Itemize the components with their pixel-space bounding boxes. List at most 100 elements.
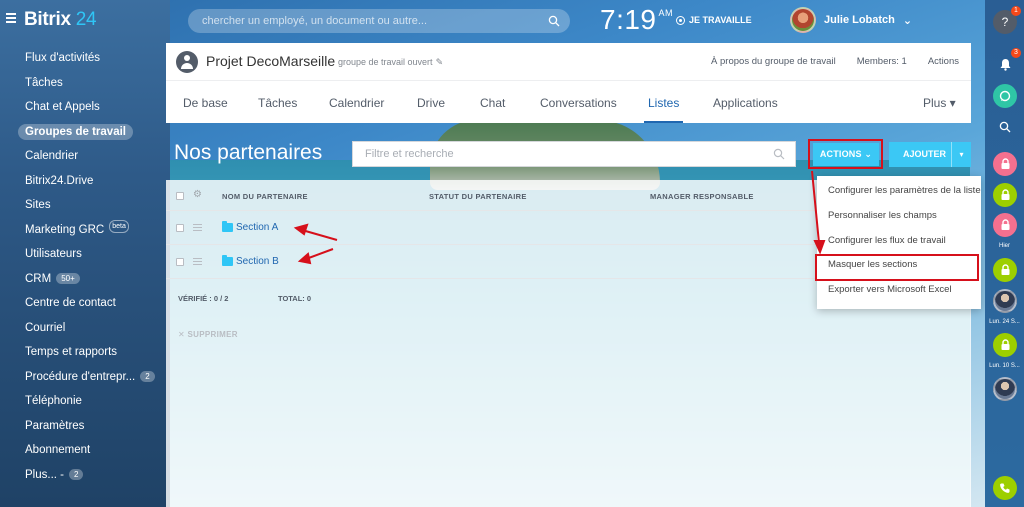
column-header-manager[interactable]: MANAGER RESPONSABLE [650,192,754,201]
contact-avatar[interactable] [993,289,1017,313]
group-tabs: De base Tâches Calendrier Drive Chat Con… [166,82,971,123]
menu-item-label: Procédure d'entrepr... [25,370,136,383]
menu-item-label: Utilisateurs [25,248,82,260]
chevron-down-icon: ⌄ [902,14,913,27]
folder-icon [222,255,233,266]
menu-item-customize-fields[interactable]: Personnaliser les champs [817,204,981,229]
menu-item-courriel[interactable]: Courriel [18,316,168,341]
tab-de-base[interactable]: De base [183,96,228,110]
search-placeholder: chercher un employé, un document ou autr… [202,15,428,27]
search-icon[interactable] [773,148,785,160]
phone-icon[interactable] [993,476,1017,500]
tab-listes[interactable]: Listes [643,96,684,123]
search-icon[interactable] [993,115,1017,139]
lock-icon[interactable] [993,213,1017,237]
tab-conversations[interactable]: Conversations [540,96,617,110]
project-actions-link[interactable]: Actions [928,56,959,67]
select-all-checkbox[interactable] [176,192,184,200]
menu-item-configure-list[interactable]: Configurer les paramètres de la liste [817,179,981,204]
column-header-name[interactable]: NOM DU PARTENAIRE [222,192,308,201]
tab-calendrier[interactable]: Calendrier [329,96,384,110]
add-button[interactable]: AJOUTER ▾ [889,142,971,167]
logo-text: Bitrix [24,9,71,30]
menu-item-temps[interactable]: Temps et rapports [18,340,168,365]
tab-drive[interactable]: Drive [417,96,445,110]
work-status-button[interactable]: JE TRAVAILLE [676,15,752,25]
menu-item-calendrier[interactable]: Calendrier [18,144,168,169]
menu-item-crm[interactable]: CRM 50+ [18,267,168,292]
lock-icon[interactable] [993,183,1017,207]
menu-item-abonnement[interactable]: Abonnement [18,438,168,463]
bell-icon[interactable]: 3 [993,48,1021,76]
work-status-label: JE TRAVAILLE [689,15,752,25]
user-menu[interactable]: Julie Lobatch ⌄ [790,7,912,33]
lock-icon[interactable] [993,152,1017,176]
menu-item-label: Chat et Appels [25,101,100,113]
tab-chat[interactable]: Chat [480,96,505,110]
row-checkbox[interactable] [176,224,184,232]
menu-item-configure-workflows[interactable]: Configurer les flux de travail [817,229,981,254]
tab-plus[interactable]: Plus ▾ [923,96,956,110]
menu-item-label: Paramètres [25,419,85,432]
chat-icon[interactable] [993,84,1017,108]
notifications-badge: 3 [1011,48,1021,58]
logo-number: 24 [75,9,97,30]
project-type: groupe de travail ouvert ✎ [338,57,443,68]
user-avatar[interactable] [790,7,816,33]
menu-item-procedure[interactable]: Procédure d'entrepr... 2 [18,365,168,390]
menu-item-label: Tâches [25,76,63,89]
members-link[interactable]: Members: 1 [857,56,907,67]
section-name[interactable]: Section A [236,222,278,233]
row-checkbox[interactable] [176,258,184,266]
total-count: TOTAL: 0 [278,294,312,303]
bitrix24-logo[interactable]: Bitrix 24 [24,9,97,31]
count-badge: 2 [140,370,155,382]
menu-item-label: Bitrix24.Drive [25,174,94,187]
hamburger-menu-icon[interactable] [6,13,16,23]
gear-icon[interactable]: ⚙ [193,189,202,200]
project-name[interactable]: Projet DecoMarseille [206,53,335,69]
menu-item-taches[interactable]: Tâches [18,71,168,96]
menu-item-sites[interactable]: Sites [18,193,168,218]
search-icon[interactable] [548,15,560,27]
menu-item-marketing[interactable]: Marketing GRC beta [18,218,168,243]
filter-search-input[interactable]: Filtre et recherche [352,141,796,167]
tab-taches[interactable]: Tâches [258,96,297,110]
menu-item-label: Sites [25,199,51,211]
lock-icon[interactable] [993,333,1017,357]
delete-button[interactable]: ✕ SUPPRIMER [178,330,238,339]
project-title-row: Projet DecoMarseille groupe de travail o… [166,43,971,81]
tab-applications[interactable]: Applications [713,96,778,110]
add-dropdown-arrow-icon[interactable]: ▾ [951,142,971,167]
pencil-icon[interactable]: ✎ [436,57,444,67]
menu-item-groupes[interactable]: Groupes de travail [18,120,168,145]
menu-item-export-excel[interactable]: Exporter vers Microsoft Excel [817,278,981,303]
drag-handle-icon[interactable] [193,258,202,266]
clock-ampm: AM [658,8,673,18]
column-header-status[interactable]: STATUT DU PARTENAIRE [429,192,527,201]
section-name[interactable]: Section B [236,256,279,267]
menu-item-flux[interactable]: Flux d'activités [18,46,168,71]
help-icon[interactable]: ? 1 [993,6,1021,34]
beta-badge: beta [109,219,129,233]
menu-item-telephonie[interactable]: Téléphonie [18,389,168,414]
menu-item-utilisateurs[interactable]: Utilisateurs [18,242,168,267]
clock[interactable]: 7:19 AM [600,4,673,36]
right-sidebar: ? 1 3 Hier Lun. 24 S... Lun. 10 S... [985,0,1024,507]
lock-icon[interactable] [993,258,1017,282]
global-search-input[interactable]: chercher un employé, un document ou autr… [188,9,570,33]
menu-item-centre-contact[interactable]: Centre de contact [18,291,168,316]
menu-item-label: Marketing GRC [25,223,105,236]
date-label-1: Lun. 24 S... [989,319,1020,325]
drag-handle-icon[interactable] [193,224,202,232]
left-menu: Flux d'activités Tâches Chat et Appels G… [18,46,168,487]
date-label-yesterday: Hier [998,243,1010,249]
contact-avatar[interactable] [993,377,1017,401]
menu-item-plus[interactable]: Plus... - 2 [18,463,168,488]
menu-item-chat[interactable]: Chat et Appels [18,95,168,120]
menu-item-drive[interactable]: Bitrix24.Drive [18,169,168,194]
count-badge: 50+ [56,272,80,284]
about-group-link[interactable]: À propos du groupe de travail [711,56,836,67]
highlight-box-hide-sections [815,254,979,281]
menu-item-parametres[interactable]: Paramètres [18,414,168,439]
